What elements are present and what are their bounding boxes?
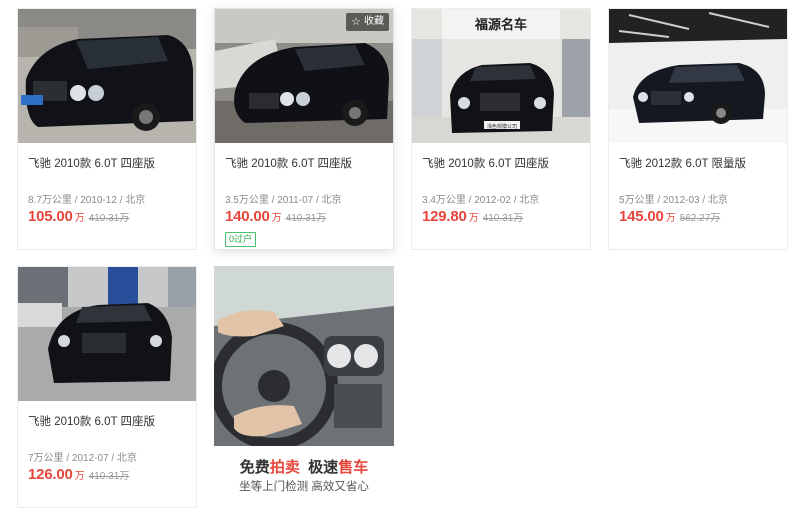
steering-wheel-photo: [214, 266, 394, 446]
price-unit: 万: [665, 213, 676, 224]
car-photo[interactable]: ☆ 收藏: [215, 9, 393, 143]
dealer-sign: 福源名车: [474, 17, 527, 33]
original-price: 410.31万: [88, 471, 130, 482]
listing-card[interactable]: 飞驰 2010款 6.0T 四座版 8.7万公里 / 2010-12 / 北京 …: [17, 8, 197, 250]
price-unit: 万: [468, 213, 479, 224]
listing-card[interactable]: ☆ 收藏 飞驰 2010款 6.0T 四座版 3.5万公里 / 2011-07 …: [214, 8, 394, 250]
listing-card[interactable]: 福源名车 浅色规模公司 飞驰 2010款 6.0T 四座版 3.4万公里 / 2…: [411, 8, 591, 250]
listing-title[interactable]: 飞驰 2010款 6.0T 四座版: [28, 155, 155, 171]
car-photo[interactable]: [18, 9, 196, 143]
listing-price: 140.00: [225, 208, 270, 225]
plate-text: 浅色规模公司: [487, 123, 517, 130]
favorite-button[interactable]: ☆ 收藏: [346, 13, 389, 31]
original-price: 410.31万: [482, 213, 524, 224]
listing-meta: 3.4万公里 / 2012-02 / 北京: [422, 195, 540, 206]
favorite-label: 收藏: [364, 16, 384, 27]
car-photo[interactable]: [18, 267, 196, 401]
zero-transfer-badge: 0过户: [225, 232, 257, 247]
star-icon: ☆: [351, 15, 361, 28]
listing-meta: 3.5万公里 / 2011-07 / 北京: [225, 195, 342, 206]
price-unit: 万: [74, 213, 85, 224]
listing-price: 105.00: [28, 208, 73, 225]
listing-price: 129.80: [422, 208, 467, 225]
listing-title[interactable]: 飞驰 2010款 6.0T 四座版: [422, 155, 549, 171]
listing-title[interactable]: 飞驰 2010款 6.0T 四座版: [225, 155, 352, 171]
promo-word: 免费: [239, 459, 270, 476]
listing-meta: 8.7万公里 / 2010-12 / 北京: [28, 195, 146, 206]
listing-card[interactable]: 飞驰 2010款 6.0T 四座版 7万公里 / 2012-07 / 北京 12…: [17, 266, 197, 508]
promo-headline: 免费拍卖 极速售车: [214, 456, 394, 477]
promo-word-highlight: 拍卖: [269, 459, 300, 476]
car-photo[interactable]: [609, 9, 787, 143]
price-unit: 万: [74, 471, 85, 482]
promo-banner[interactable]: 免费拍卖 极速售车 坐等上门检测 高效又省心: [214, 266, 394, 508]
listing-meta: 5万公里 / 2012-03 / 北京: [619, 195, 728, 206]
listing-price: 126.00: [28, 466, 73, 483]
listing-price: 145.00: [619, 208, 664, 225]
original-price: 562.27万: [679, 213, 721, 224]
listing-title[interactable]: 飞驰 2010款 6.0T 四座版: [28, 413, 155, 429]
promo-subline: 坐等上门检测 高效又省心: [239, 481, 369, 493]
car-photo[interactable]: 福源名车 浅色规模公司: [412, 9, 590, 143]
listing-meta: 7万公里 / 2012-07 / 北京: [28, 453, 137, 464]
original-price: 410.31万: [285, 213, 327, 224]
price-unit: 万: [271, 213, 282, 224]
promo-word: 极速: [308, 459, 339, 476]
original-price: 410.31万: [88, 213, 130, 224]
listing-title[interactable]: 飞驰 2012款 6.0T 限量版: [619, 155, 746, 171]
promo-word-highlight: 售车: [338, 459, 369, 476]
listing-card[interactable]: 飞驰 2012款 6.0T 限量版 5万公里 / 2012-03 / 北京 14…: [608, 8, 788, 250]
